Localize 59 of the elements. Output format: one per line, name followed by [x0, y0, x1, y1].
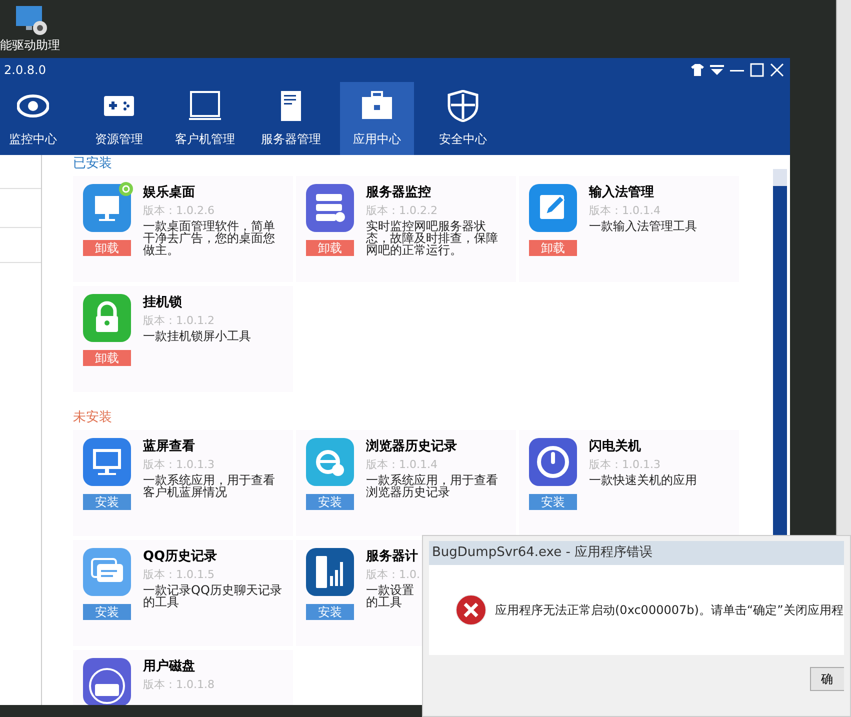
app-description: 一款桌面管理软件，简单 干净去广告，您的桌面您 做主。: [143, 220, 275, 256]
app-version: 版本：1.0.1.8: [143, 677, 214, 693]
ok-button[interactable]: 确: [810, 667, 844, 691]
section-title: 已安装: [73, 156, 113, 172]
shirt-icon[interactable]: [691, 64, 704, 76]
app-name: 用户磁盘: [143, 658, 196, 676]
dialog-title: BugDumpSvr64.exe - 应用程序错误: [429, 541, 844, 565]
app-description: 一款快速关机的应用: [589, 474, 697, 486]
install-button[interactable]: 安装: [83, 604, 131, 620]
app-description: 一款记录QQ历史聊天记录 的工具: [143, 584, 282, 608]
app-version: 版本：1.0.1.4: [589, 203, 662, 219]
nav-tab[interactable]: 服务器管理: [254, 82, 328, 155]
app-name: 服务器监控: [366, 184, 432, 202]
install-button[interactable]: 安装: [306, 604, 354, 620]
uninstall-button[interactable]: 卸载: [83, 350, 131, 366]
install-button[interactable]: 安装: [306, 494, 354, 510]
close-icon[interactable]: [770, 63, 784, 77]
shield-icon: [447, 90, 479, 122]
app-version: 版本：1.0.2.2: [366, 203, 438, 219]
error-message: 应用程序无法正常启动(0xc000007b)。请单击“确定”关闭应用程: [495, 602, 844, 619]
app-version: 版本：1.0.2.6: [143, 203, 216, 219]
app-version: 版本：1.0.1.2: [143, 313, 216, 329]
app-name: 挂机锁: [143, 294, 183, 312]
app-version: 版本：1.0.1.5: [143, 567, 216, 583]
install-button[interactable]: 安装: [529, 494, 577, 510]
error-icon: [455, 594, 487, 626]
window-title: 2.0.8.0: [4, 62, 46, 79]
app-description: 一款系统应用，用于查看 浏览器历史记录: [366, 474, 498, 498]
app-name: 娱乐桌面: [143, 184, 196, 202]
app-version: 版本：1.0.: [366, 567, 420, 583]
nav-tab[interactable]: 资源管理: [82, 82, 156, 155]
toolbox-icon: [361, 90, 393, 122]
app-description: 一款输入法管理工具: [589, 220, 697, 232]
uninstall-button[interactable]: 卸载: [306, 240, 354, 256]
nav-tab[interactable]: 监控中心: [0, 82, 70, 155]
app-name: 输入法管理: [589, 184, 655, 202]
app-description: 实时监控网吧服务器状 态，故障及时排查，保障 网吧的正常运行。: [366, 220, 498, 256]
maximize-icon[interactable]: [750, 63, 764, 77]
desktop-icon-label[interactable]: 能驱动助理: [0, 36, 60, 54]
app-name: 服务器计: [366, 548, 419, 566]
nav-tab[interactable]: 应用中心: [340, 82, 414, 155]
nav-tab[interactable]: 客户机管理: [168, 82, 242, 155]
app-description: 一款设置 的工具: [366, 584, 415, 608]
uninstall-button[interactable]: 卸载: [529, 240, 577, 256]
app-version: 版本：1.0.1.3: [143, 457, 216, 473]
app-name: 闪电关机: [589, 438, 642, 456]
app-name: QQ历史记录: [143, 548, 218, 566]
install-button[interactable]: 安装: [83, 494, 131, 510]
app-name: 蓝屏查看: [143, 438, 196, 456]
section-title: 未安装: [73, 410, 113, 426]
app-description: 一款系统应用，用于查看 客户机蓝屏情况: [143, 474, 275, 498]
dropdown-icon[interactable]: [710, 65, 724, 75]
app-description: 一款挂机锁屏小工具: [143, 330, 251, 342]
app-version: 版本：1.0.1.4: [366, 457, 438, 473]
uninstall-button[interactable]: 卸载: [83, 240, 131, 256]
app-version: 版本：1.0.1.3: [589, 457, 662, 473]
monitor-icon: [189, 90, 221, 122]
nav-tab[interactable]: 安全中心: [426, 82, 500, 155]
app-name: 浏览器历史记录: [366, 438, 458, 456]
